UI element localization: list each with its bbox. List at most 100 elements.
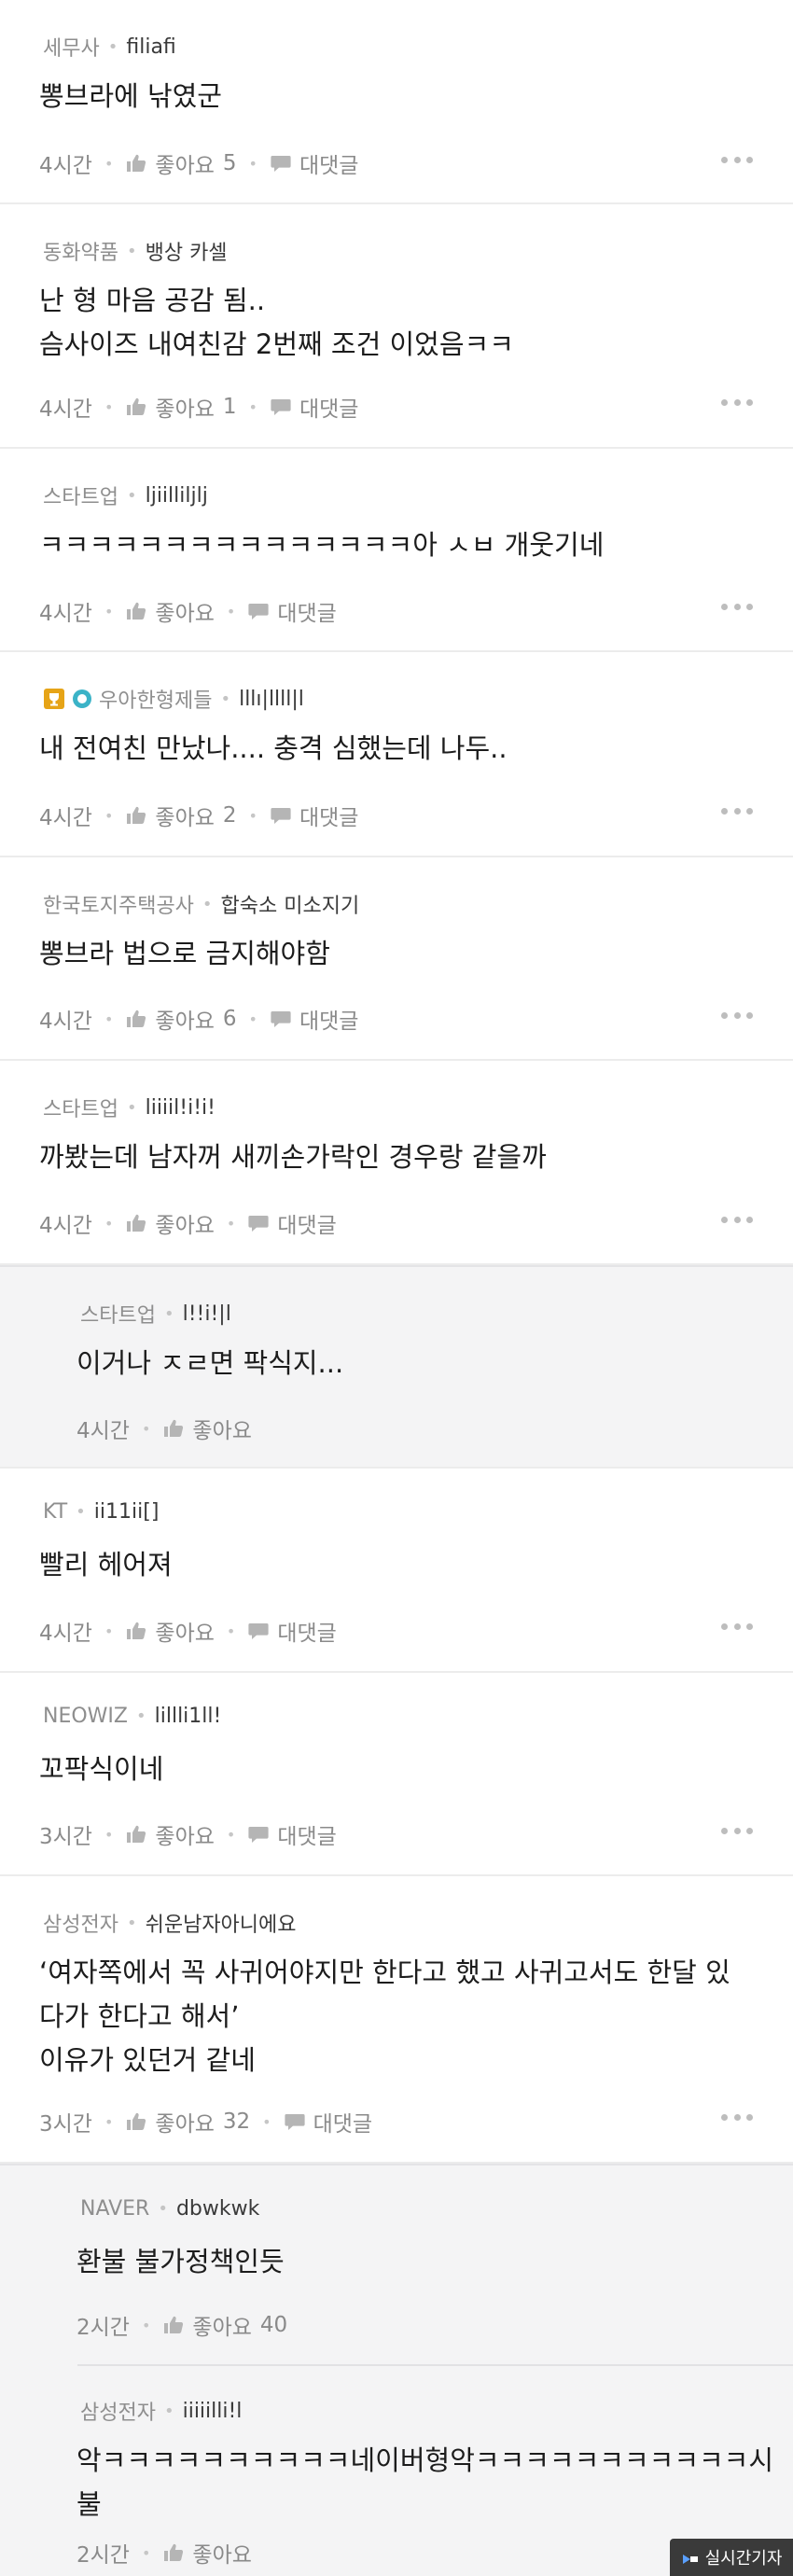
reply-button[interactable]: 대댓글: [270, 1003, 358, 1035]
author-nickname[interactable]: ii11ii[]: [94, 1500, 160, 1524]
more-options-button[interactable]: [721, 601, 753, 612]
more-options-button[interactable]: [721, 397, 753, 408]
more-options-button[interactable]: [721, 1825, 753, 1836]
action-separator: •: [248, 397, 257, 416]
like-count: 40: [259, 2313, 288, 2337]
author-nickname[interactable]: iiiiilli!l: [183, 2400, 243, 2423]
comment-text-line: 꼬팍식이네: [39, 1753, 164, 1785]
comment-text-line: 슴사이즈 내여친감 2번째 조건 이었음ㅋㅋ: [39, 328, 514, 360]
reply-button[interactable]: 대댓글: [270, 391, 358, 423]
like-button[interactable]: 좋아요 5: [125, 147, 237, 179]
company-name: 삼성전자: [80, 2402, 156, 2425]
more-options-button[interactable]: [721, 1621, 753, 1632]
company-name: 스타트업: [43, 1098, 118, 1121]
comment-actions: 4시간 • 좋아요 6 • 대댓글: [39, 1003, 358, 1035]
like-label: 좋아요: [155, 1010, 215, 1034]
reply-button[interactable]: 대댓글: [247, 1615, 337, 1647]
like-label: 좋아요: [155, 2112, 215, 2137]
like-button[interactable]: 좋아요: [125, 1818, 215, 1850]
more-options-button[interactable]: [721, 805, 753, 816]
meta-separator: •: [220, 689, 231, 709]
author-nickname[interactable]: dbwkwk: [176, 2197, 259, 2221]
comment-meta: 세무사 • filiafi: [43, 32, 176, 62]
company-name: NAVER: [80, 2197, 150, 2221]
comment-time: 4시간: [39, 1010, 92, 1034]
like-button[interactable]: 좋아요: [125, 595, 215, 627]
comment-body: 환불 불가정책인듯: [77, 2240, 756, 2284]
action-separator: •: [104, 2112, 114, 2131]
speech-bubble-icon: [247, 1213, 270, 1233]
company-name: 세무사: [43, 37, 100, 61]
action-separator: •: [104, 806, 114, 825]
more-options-button[interactable]: [721, 154, 753, 165]
comment-text-line: ‘여자쪽에서 꼭 사귀어야지만 한다고 했고 사귀고서도 한달 있: [39, 1956, 730, 1988]
comment-time: 4시간: [39, 1214, 92, 1238]
more-options-button[interactable]: [721, 2111, 753, 2123]
action-separator: •: [226, 1622, 236, 1640]
comment-text-line: ㅋㅋㅋㅋㅋㅋㅋㅋㅋㅋㅋㅋㅋㅋㅋ아 ㅅㅂ 개웃기네: [39, 529, 605, 561]
comment-actions: 4시간 • 좋아요 2 • 대댓글: [39, 800, 358, 831]
more-options-button[interactable]: [721, 1214, 753, 1225]
meta-separator: •: [126, 241, 137, 261]
meta-separator: •: [126, 1097, 137, 1118]
author-nickname[interactable]: lllı|llll|l: [239, 688, 304, 711]
author-nickname[interactable]: liiiil!i!i!: [146, 1096, 216, 1120]
comment-meta: NEOWIZ • lillli1ll!: [43, 1705, 221, 1728]
author-nickname[interactable]: ljiilliljlj: [146, 484, 208, 508]
like-label: 좋아요: [192, 1419, 252, 1443]
company-name: 동화약품: [43, 242, 118, 265]
more-options-button[interactable]: [721, 1010, 753, 1021]
author-nickname[interactable]: 쉬운남자아니에요: [146, 1908, 297, 1938]
author-nickname[interactable]: filiafi: [126, 35, 175, 59]
like-button[interactable]: 좋아요: [125, 1207, 215, 1239]
watermark: 실시간기자: [670, 2539, 793, 2576]
reply-button[interactable]: 대댓글: [247, 1207, 337, 1239]
like-button[interactable]: 좋아요 6: [125, 1003, 237, 1035]
like-button[interactable]: 좋아요 1: [125, 391, 237, 423]
speech-bubble-icon: [247, 1621, 270, 1641]
action-separator: •: [104, 397, 114, 416]
reply-button[interactable]: 대댓글: [270, 147, 358, 179]
action-separator: •: [248, 806, 257, 825]
reply-label: 대댓글: [277, 602, 337, 626]
reply-button[interactable]: 대댓글: [270, 800, 358, 831]
like-label: 좋아요: [155, 154, 215, 178]
comment-body: ㅋㅋㅋㅋㅋㅋㅋㅋㅋㅋㅋㅋㅋㅋㅋ아 ㅅㅂ 개웃기네: [39, 523, 756, 567]
comment-time: 2시간: [77, 2543, 130, 2568]
author-nickname[interactable]: lillli1ll!: [155, 1705, 222, 1728]
like-button[interactable]: 좋아요 40: [162, 2309, 287, 2341]
author-nickname[interactable]: l!!i!|l: [183, 1302, 231, 1326]
author-nickname[interactable]: 뱅상 카셀: [146, 236, 228, 266]
like-count: 2: [222, 803, 237, 828]
company-logo-icon: [71, 688, 93, 710]
meta-separator: •: [107, 36, 118, 57]
reply-button[interactable]: 대댓글: [247, 595, 337, 627]
meta-separator: •: [158, 2199, 168, 2219]
like-button[interactable]: 좋아요 32: [125, 2106, 250, 2137]
comment-text-line: 이유가 있던거 같네: [39, 2044, 256, 2076]
like-button[interactable]: 좋아요: [125, 1615, 215, 1647]
comment-text-line: 까봤는데 남자꺼 새끼손가락인 경우랑 같을까: [39, 1141, 547, 1173]
thumbs-up-icon: [125, 1824, 147, 1845]
author-nickname[interactable]: 합숙소 미소지기: [221, 889, 360, 919]
action-separator: •: [141, 2316, 151, 2334]
comment-body: 뽕브라에 낚였군: [39, 75, 756, 118]
comment-actions: 4시간 • 좋아요 • 대댓글: [39, 1207, 337, 1239]
comment-time: 4시간: [39, 154, 92, 178]
action-separator: •: [226, 602, 236, 620]
comment-meta: 한국토지주택공사 • 합숙소 미소지기: [43, 889, 359, 919]
reply-button[interactable]: 대댓글: [284, 2106, 372, 2137]
like-button[interactable]: 좋아요: [162, 2537, 252, 2569]
speech-bubble-icon: [284, 2111, 306, 2132]
comment-item: NEOWIZ • lillli1ll! 꼬팍식이네 3시간 • 좋아요 • 대댓글: [0, 1673, 793, 1876]
comment-body: 악ㅋㅋㅋㅋㅋㅋㅋㅋㅋㅋ네이버형악ㅋㅋㅋㅋㅋㅋㅋㅋㅋㅋㅋ시 불: [77, 2439, 773, 2527]
like-button[interactable]: 좋아요: [162, 1413, 252, 1444]
reply-button[interactable]: 대댓글: [247, 1818, 337, 1850]
reply-label: 대댓글: [277, 1825, 337, 1849]
comment-body: 내 전여친 만났나.... 충격 심했는데 나두..: [39, 727, 756, 771]
comment-meta: 스타트업 • l!!i!|l: [80, 1299, 231, 1329]
thumbs-up-icon: [162, 2315, 185, 2335]
thumbs-up-icon: [125, 1213, 147, 1233]
like-label: 좋아요: [192, 2316, 252, 2340]
like-button[interactable]: 좋아요 2: [125, 800, 237, 831]
